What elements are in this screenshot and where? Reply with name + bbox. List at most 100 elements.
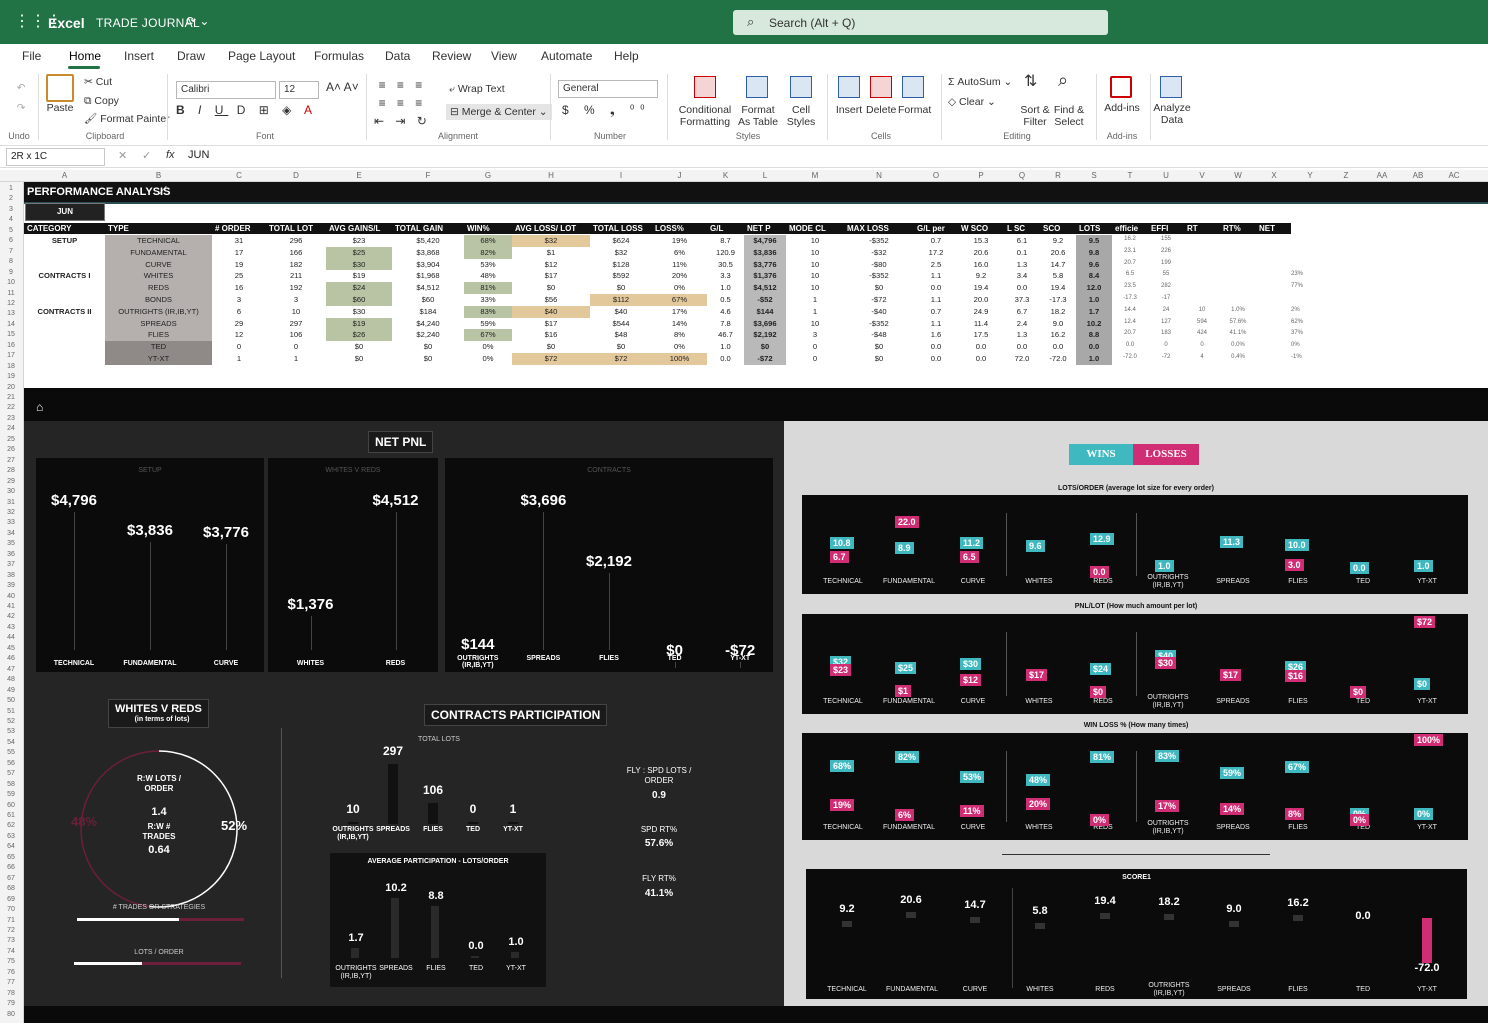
row-header[interactable]: 51 — [0, 708, 22, 715]
row-header[interactable]: 31 — [0, 499, 22, 506]
table-cell[interactable]: -72.0 — [1112, 354, 1148, 360]
insert-cells-button[interactable]: Insert — [834, 104, 864, 116]
table-cell[interactable]: 127 — [1148, 319, 1184, 325]
table-cell[interactable]: -$48 — [844, 330, 914, 339]
table-cell[interactable]: 59% — [464, 319, 512, 328]
app-launcher-icon[interactable]: ⋮⋮⋮ — [14, 13, 62, 31]
table-cell[interactable]: -$352 — [844, 236, 914, 245]
table-header-cell[interactable]: W SCO — [961, 224, 1001, 233]
row-header[interactable]: 4 — [0, 216, 22, 223]
table-cell[interactable]: 0.0 — [1112, 342, 1148, 348]
merge-center-button[interactable]: ⊟ Merge & Center ⌄ — [446, 104, 552, 120]
category-cell[interactable]: CONTRACTS II — [24, 307, 105, 316]
table-cell[interactable]: 12.4 — [1112, 319, 1148, 325]
table-cell[interactable]: 1 — [212, 354, 266, 363]
row-header[interactable]: 61 — [0, 812, 22, 819]
analyze-data-button[interactable]: Analyze Data — [1152, 102, 1192, 126]
row-header[interactable]: 5 — [0, 227, 22, 234]
table-cell[interactable]: $72 — [590, 354, 652, 363]
table-cell[interactable]: 282 — [1148, 283, 1184, 289]
table-cell[interactable]: 25 — [212, 271, 266, 280]
table-cell[interactable]: 77% — [1291, 283, 1303, 289]
table-cell[interactable]: 20.7 — [1112, 260, 1148, 266]
table-cell[interactable]: 8.4 — [1076, 271, 1112, 280]
table-cell[interactable]: 8.8 — [1076, 330, 1112, 339]
table-cell[interactable]: $56 — [512, 295, 590, 304]
table-cell[interactable]: $32 — [512, 236, 590, 245]
number-format-icons[interactable]: $ % ❟ ⁰⁰ — [562, 104, 650, 116]
table-cell[interactable]: $4,512 — [392, 283, 464, 292]
table-cell[interactable]: $17 — [512, 319, 590, 328]
row-header[interactable]: 23 — [0, 415, 22, 422]
search-box[interactable]: ⌕ Search (Alt + Q) — [733, 10, 1108, 35]
table-cell[interactable]: 0% — [464, 342, 512, 351]
column-header[interactable]: T — [1112, 171, 1148, 180]
row-header[interactable]: 79 — [0, 1000, 22, 1007]
row-header[interactable]: 48 — [0, 676, 22, 683]
autosum-button[interactable]: Σ AutoSum ⌄ — [948, 76, 1012, 88]
table-cell[interactable]: 120.9 — [707, 248, 744, 257]
table-cell[interactable]: 9.2 — [1040, 236, 1076, 245]
table-cell[interactable]: $592 — [590, 271, 652, 280]
table-cell[interactable]: $0 — [844, 354, 914, 363]
table-header-cell[interactable]: CATEGORY — [27, 224, 102, 233]
table-header-cell[interactable]: AVG GAINS/L — [329, 224, 389, 233]
row-header[interactable]: 80 — [0, 1011, 22, 1018]
table-cell[interactable]: 211 — [266, 271, 326, 280]
table-cell[interactable]: 2% — [1291, 307, 1300, 313]
row-header[interactable]: 40 — [0, 593, 22, 600]
table-cell[interactable]: 10 — [266, 307, 326, 316]
table-cell[interactable]: 0.0 — [707, 354, 744, 363]
table-cell[interactable]: 1.0 — [707, 342, 744, 351]
table-cell[interactable]: 24.9 — [958, 307, 1004, 316]
row-header[interactable]: 35 — [0, 540, 22, 547]
table-cell[interactable]: 55 — [1148, 271, 1184, 277]
table-cell[interactable]: 9.5 — [1076, 236, 1112, 245]
font-grow-icon[interactable]: A˄ A˅ — [326, 81, 359, 93]
table-cell[interactable]: 8.7 — [707, 236, 744, 245]
row-header[interactable]: 8 — [0, 258, 22, 265]
table-header-cell[interactable]: TOTAL LOSS — [593, 224, 649, 233]
table-cell[interactable]: 10 — [786, 260, 844, 269]
font-format-icons[interactable]: B I U D ⊞ ◈ A — [176, 104, 317, 116]
table-cell[interactable]: 183 — [1148, 330, 1184, 336]
table-cell[interactable]: 23.5 — [1112, 283, 1148, 289]
table-cell[interactable]: $1,968 — [392, 271, 464, 280]
number-format-select[interactable]: General — [558, 80, 658, 98]
insert-cells-icon[interactable] — [838, 76, 860, 98]
cell-styles-icon[interactable] — [790, 76, 812, 98]
row-header[interactable]: 44 — [0, 634, 22, 641]
table-cell[interactable]: 83% — [464, 307, 512, 316]
paste-button[interactable]: Paste — [44, 102, 76, 114]
table-cell[interactable]: 0.7 — [914, 307, 958, 316]
table-cell[interactable]: 10 — [786, 271, 844, 280]
menu-help[interactable]: Help — [614, 49, 639, 63]
table-cell[interactable]: -$72 — [844, 295, 914, 304]
row-header[interactable]: 43 — [0, 624, 22, 631]
type-cell[interactable]: CURVE — [105, 260, 212, 269]
table-header-cell[interactable]: EFFI — [1151, 224, 1181, 233]
row-header[interactable]: 13 — [0, 310, 22, 317]
row-header[interactable]: 46 — [0, 655, 22, 662]
table-cell[interactable]: 82% — [464, 248, 512, 257]
row-header[interactable]: 39 — [0, 582, 22, 589]
table-cell[interactable]: -17.3 — [1112, 295, 1148, 301]
table-cell[interactable]: 6.5 — [1112, 271, 1148, 277]
table-cell[interactable]: 0% — [1291, 342, 1300, 348]
table-cell[interactable]: 0 — [786, 342, 844, 351]
table-cell[interactable]: $24 — [326, 283, 392, 292]
row-header[interactable]: 33 — [0, 519, 22, 526]
delete-cells-button[interactable]: Delete — [866, 104, 896, 116]
row-header[interactable]: 12 — [0, 300, 22, 307]
table-cell[interactable]: $0 — [844, 283, 914, 292]
row-header[interactable]: 28 — [0, 467, 22, 474]
column-header[interactable]: D — [266, 171, 326, 180]
table-header-cell[interactable]: G/L — [710, 224, 741, 233]
table-cell[interactable]: $12 — [512, 260, 590, 269]
row-header[interactable]: 50 — [0, 697, 22, 704]
table-cell[interactable]: $0 — [512, 283, 590, 292]
row-header[interactable]: 45 — [0, 645, 22, 652]
table-cell[interactable]: 1.3 — [1004, 330, 1040, 339]
row-header[interactable]: 69 — [0, 896, 22, 903]
table-cell[interactable]: $5,420 — [392, 236, 464, 245]
